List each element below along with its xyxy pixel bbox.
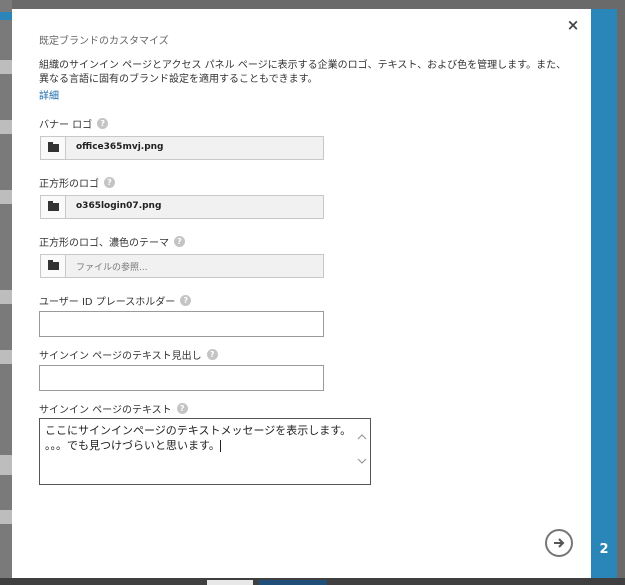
background-app-marker <box>0 290 12 304</box>
square-logo-dark-label-text: 正方形のロゴ、濃色のテーマ <box>39 238 169 249</box>
help-icon[interactable]: ? <box>206 349 218 360</box>
help-icon[interactable]: ? <box>97 118 109 129</box>
scroll-up-icon[interactable] <box>357 433 367 441</box>
browse-button[interactable] <box>41 255 66 277</box>
wizard-step-rail: 2 <box>591 9 617 578</box>
background-button <box>207 580 253 585</box>
background-app-marker <box>0 455 12 475</box>
signin-text-line: ここにサインインページのテキストメッセージを表示します。 <box>45 424 352 437</box>
signin-heading-label-text: サインイン ページのテキスト見出し <box>39 351 202 362</box>
background-button <box>259 580 327 585</box>
folder-icon <box>48 201 59 211</box>
square-logo-label-text: 正方形のロゴ <box>39 179 99 190</box>
help-icon[interactable]: ? <box>174 236 185 247</box>
square-logo-file-field[interactable]: o365login07.png <box>40 195 324 219</box>
banner-logo-label: バナー ロゴ ? <box>39 116 109 131</box>
dialog-description: 組織のサインイン ページとアクセス パネル ページに表示する企業のロゴ、テキスト… <box>39 60 567 85</box>
signin-text-label: サインイン ページのテキスト ? <box>39 401 188 416</box>
background-app-marker <box>0 350 12 364</box>
square-logo-dark-file-field[interactable]: ファイルの参照... <box>40 254 324 278</box>
banner-logo-label-text: バナー ロゴ <box>39 120 93 131</box>
help-icon[interactable]: ? <box>180 295 192 306</box>
browse-button[interactable] <box>41 137 66 159</box>
user-id-placeholder-label: ユーザー ID プレースホルダー ? <box>39 293 192 308</box>
background-app-marker <box>0 12 12 20</box>
square-logo-dark-placeholder: ファイルの参照... <box>76 263 148 273</box>
step-number: 2 <box>599 542 609 557</box>
close-icon[interactable]: × <box>566 18 580 33</box>
background-footer <box>0 578 625 585</box>
folder-icon <box>48 142 59 152</box>
customize-branding-dialog: × 既定ブランドのカスタマイズ 組織のサインイン ページとアクセス パネル ペー… <box>12 9 591 578</box>
browse-button[interactable] <box>41 196 66 218</box>
signin-text-textarea[interactable]: ここにサインインページのテキストメッセージを表示します。 。。。でも見つけづらい… <box>39 418 371 485</box>
signin-text-label-text: サインイン ページのテキスト <box>39 405 172 416</box>
scroll-down-icon[interactable] <box>357 458 367 466</box>
signin-heading-label: サインイン ページのテキスト見出し ? <box>39 347 218 362</box>
dialog-title: 既定ブランドのカスタマイズ <box>39 36 169 47</box>
background-app-marker <box>0 190 12 204</box>
background-app-marker <box>0 120 12 134</box>
banner-logo-filename: office365mvj.png <box>76 142 164 152</box>
signin-heading-input[interactable] <box>39 365 324 391</box>
help-icon[interactable]: ? <box>176 403 188 414</box>
more-info-link[interactable]: 詳細 <box>39 87 59 102</box>
arrow-right-icon <box>554 538 565 548</box>
background-app-marker <box>0 510 12 524</box>
user-id-placeholder-label-text: ユーザー ID プレースホルダー <box>39 297 176 308</box>
square-logo-filename: o365login07.png <box>76 201 162 211</box>
text-caret <box>219 440 221 452</box>
banner-logo-file-field[interactable]: office365mvj.png <box>40 136 324 160</box>
square-logo-dark-label: 正方形のロゴ、濃色のテーマ ? <box>39 234 185 249</box>
square-logo-label: 正方形のロゴ ? <box>39 175 115 190</box>
folder-icon <box>48 260 59 270</box>
help-icon[interactable]: ? <box>104 177 115 188</box>
next-button[interactable] <box>545 529 573 557</box>
user-id-placeholder-input[interactable] <box>39 311 324 337</box>
background-app-marker <box>0 60 12 74</box>
signin-text-line: 。。。でも見つけづらいと思います。 <box>45 439 220 452</box>
signin-text-line-container: 。。。でも見つけづらいと思います。 <box>45 438 365 453</box>
